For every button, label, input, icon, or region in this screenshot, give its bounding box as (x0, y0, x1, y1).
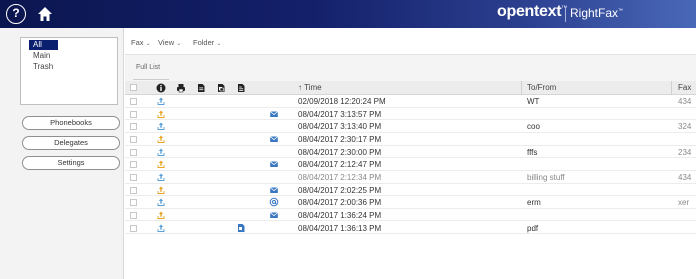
time-cell: 08/04/2017 1:36:13 PM (298, 223, 382, 233)
folder-item-main[interactable]: Main (29, 51, 109, 61)
chevron-down-icon: ⌄ (216, 41, 222, 47)
row-checkbox[interactable] (130, 161, 137, 169)
table-row[interactable]: 08/04/2017 3:13:57 PM (125, 108, 696, 121)
brand-divider (565, 7, 566, 22)
time-cell: 08/04/2017 2:12:47 PM (298, 160, 382, 170)
tofrom-cell: billing stuff (527, 172, 565, 182)
envelope-icon[interactable] (269, 159, 279, 169)
fax-warning-icon[interactable] (156, 109, 166, 119)
table-row[interactable]: 08/04/2017 1:36:24 PM (125, 209, 696, 222)
view-menu[interactable]: View ⌄ (158, 38, 181, 47)
attachment-icon[interactable] (236, 223, 246, 233)
folder-list: All Main Trash (20, 37, 118, 105)
row-checkbox[interactable] (130, 135, 137, 143)
at-sign-icon[interactable] (269, 197, 279, 207)
view-tabs: Full List (125, 54, 696, 81)
tab-underline (133, 79, 169, 80)
row-checkbox[interactable] (130, 224, 137, 232)
row-checkbox[interactable] (130, 211, 137, 219)
envelope-icon[interactable] (269, 109, 279, 119)
folder-item-trash[interactable]: Trash (29, 62, 109, 72)
fax-warning-icon[interactable] (156, 134, 166, 144)
row-checkbox[interactable] (130, 148, 137, 156)
toolbar: Fax ⌄ View ⌄ Folder ⌄ (125, 28, 696, 54)
product-name: RightFax™ (570, 6, 624, 20)
fax-sent-icon[interactable] (156, 172, 166, 182)
row-checkbox[interactable] (130, 110, 137, 118)
row-checkbox[interactable] (130, 123, 137, 131)
brand-logo: opentext™ (497, 3, 567, 20)
envelope-icon[interactable] (269, 210, 279, 220)
fax-sent-icon[interactable] (156, 96, 166, 106)
fax-warning-icon[interactable] (156, 159, 166, 169)
row-checkbox[interactable] (130, 98, 137, 105)
envelope-icon[interactable] (269, 185, 279, 195)
table-row[interactable]: 08/04/2017 3:13:40 PM coo 324 (125, 120, 696, 133)
select-all-checkbox[interactable] (130, 84, 137, 91)
table-row[interactable]: 08/04/2017 2:02:25 PM (125, 184, 696, 197)
tofrom-cell: erm (527, 198, 541, 208)
time-cell: 08/04/2017 2:02:25 PM (298, 185, 382, 195)
attachment-icon[interactable] (216, 83, 226, 93)
fax-sent-icon[interactable] (156, 121, 166, 131)
tofrom-cell: coo (527, 122, 540, 132)
time-cell: 08/04/2017 1:36:24 PM (298, 210, 382, 220)
time-cell: 02/09/2018 12:20:24 PM (298, 97, 386, 106)
tofrom-cell: fffs (527, 147, 538, 157)
row-checkbox[interactable] (130, 199, 137, 207)
table-row[interactable]: 08/04/2017 2:12:47 PM (125, 158, 696, 171)
phonebooks-button[interactable]: Phonebooks (22, 116, 120, 130)
table-row[interactable]: 08/04/2017 2:30:17 PM (125, 133, 696, 146)
fax-grid: ↑ Time To/From Fax 02/09/2018 12:20:24 P… (125, 81, 696, 279)
fax-column-header[interactable]: Fax (678, 83, 691, 93)
fax-cell: xer (678, 198, 690, 208)
fax-sent-icon[interactable] (156, 223, 166, 233)
time-cell: 08/04/2017 2:12:34 PM (298, 172, 382, 182)
row-checkbox[interactable] (130, 173, 137, 181)
table-row[interactable]: 08/04/2017 1:36:13 PM pdf (125, 222, 696, 235)
top-bar: ? opentext™ RightFax™ (0, 0, 696, 28)
fax-warning-icon[interactable] (156, 210, 166, 220)
fax-cell: 434 (678, 97, 692, 106)
time-column-header[interactable]: ↑ Time (298, 83, 322, 93)
info-icon[interactable] (156, 83, 166, 93)
row-checkbox[interactable] (130, 186, 137, 194)
table-row[interactable]: 08/04/2017 2:00:36 PM erm xer (125, 196, 696, 209)
cover-page-icon[interactable] (236, 83, 246, 93)
tofrom-cell: WT (527, 97, 540, 106)
fax-sent-icon[interactable] (156, 147, 166, 157)
settings-button[interactable]: Settings (22, 156, 120, 170)
column-divider[interactable] (671, 81, 672, 95)
tab-full-list[interactable]: Full List (136, 64, 160, 71)
tofrom-column-header[interactable]: To/From (527, 83, 556, 93)
printer-icon[interactable] (176, 83, 186, 93)
grid-header: ↑ Time To/From Fax (125, 81, 696, 95)
time-cell: 08/04/2017 2:30:17 PM (298, 134, 382, 144)
table-row[interactable]: 08/04/2017 2:12:34 PM billing stuff 434 (125, 171, 696, 184)
time-cell: 08/04/2017 2:00:36 PM (298, 198, 382, 208)
fax-cell: 434 (678, 172, 692, 182)
chevron-down-icon: ⌄ (145, 41, 151, 47)
home-icon[interactable] (36, 5, 54, 23)
time-cell: 08/04/2017 3:13:57 PM (298, 109, 382, 119)
document-icon[interactable] (196, 83, 206, 93)
sidebar: All Main Trash Phonebooks Delegates Sett… (0, 28, 124, 279)
table-row[interactable]: 02/09/2018 12:20:24 PM WT 434 (125, 95, 696, 108)
envelope-icon[interactable] (269, 134, 279, 144)
fax-sent-icon[interactable] (156, 197, 166, 207)
help-button[interactable]: ? (6, 4, 26, 24)
fax-cell: 324 (678, 122, 692, 132)
table-row[interactable]: 08/04/2017 2:30:00 PM fffs 234 (125, 146, 696, 159)
delegates-button[interactable]: Delegates (22, 136, 120, 150)
chevron-down-icon: ⌄ (176, 41, 182, 47)
folder-menu[interactable]: Folder ⌄ (193, 38, 221, 47)
time-cell: 08/04/2017 3:13:40 PM (298, 122, 382, 132)
fax-menu[interactable]: Fax ⌄ (131, 38, 151, 47)
time-cell: 08/04/2017 2:30:00 PM (298, 147, 382, 157)
folder-item-all[interactable]: All (29, 40, 58, 50)
tofrom-cell: pdf (527, 223, 539, 233)
fax-warning-icon[interactable] (156, 185, 166, 195)
fax-cell: 234 (678, 147, 692, 157)
column-divider[interactable] (521, 81, 522, 95)
